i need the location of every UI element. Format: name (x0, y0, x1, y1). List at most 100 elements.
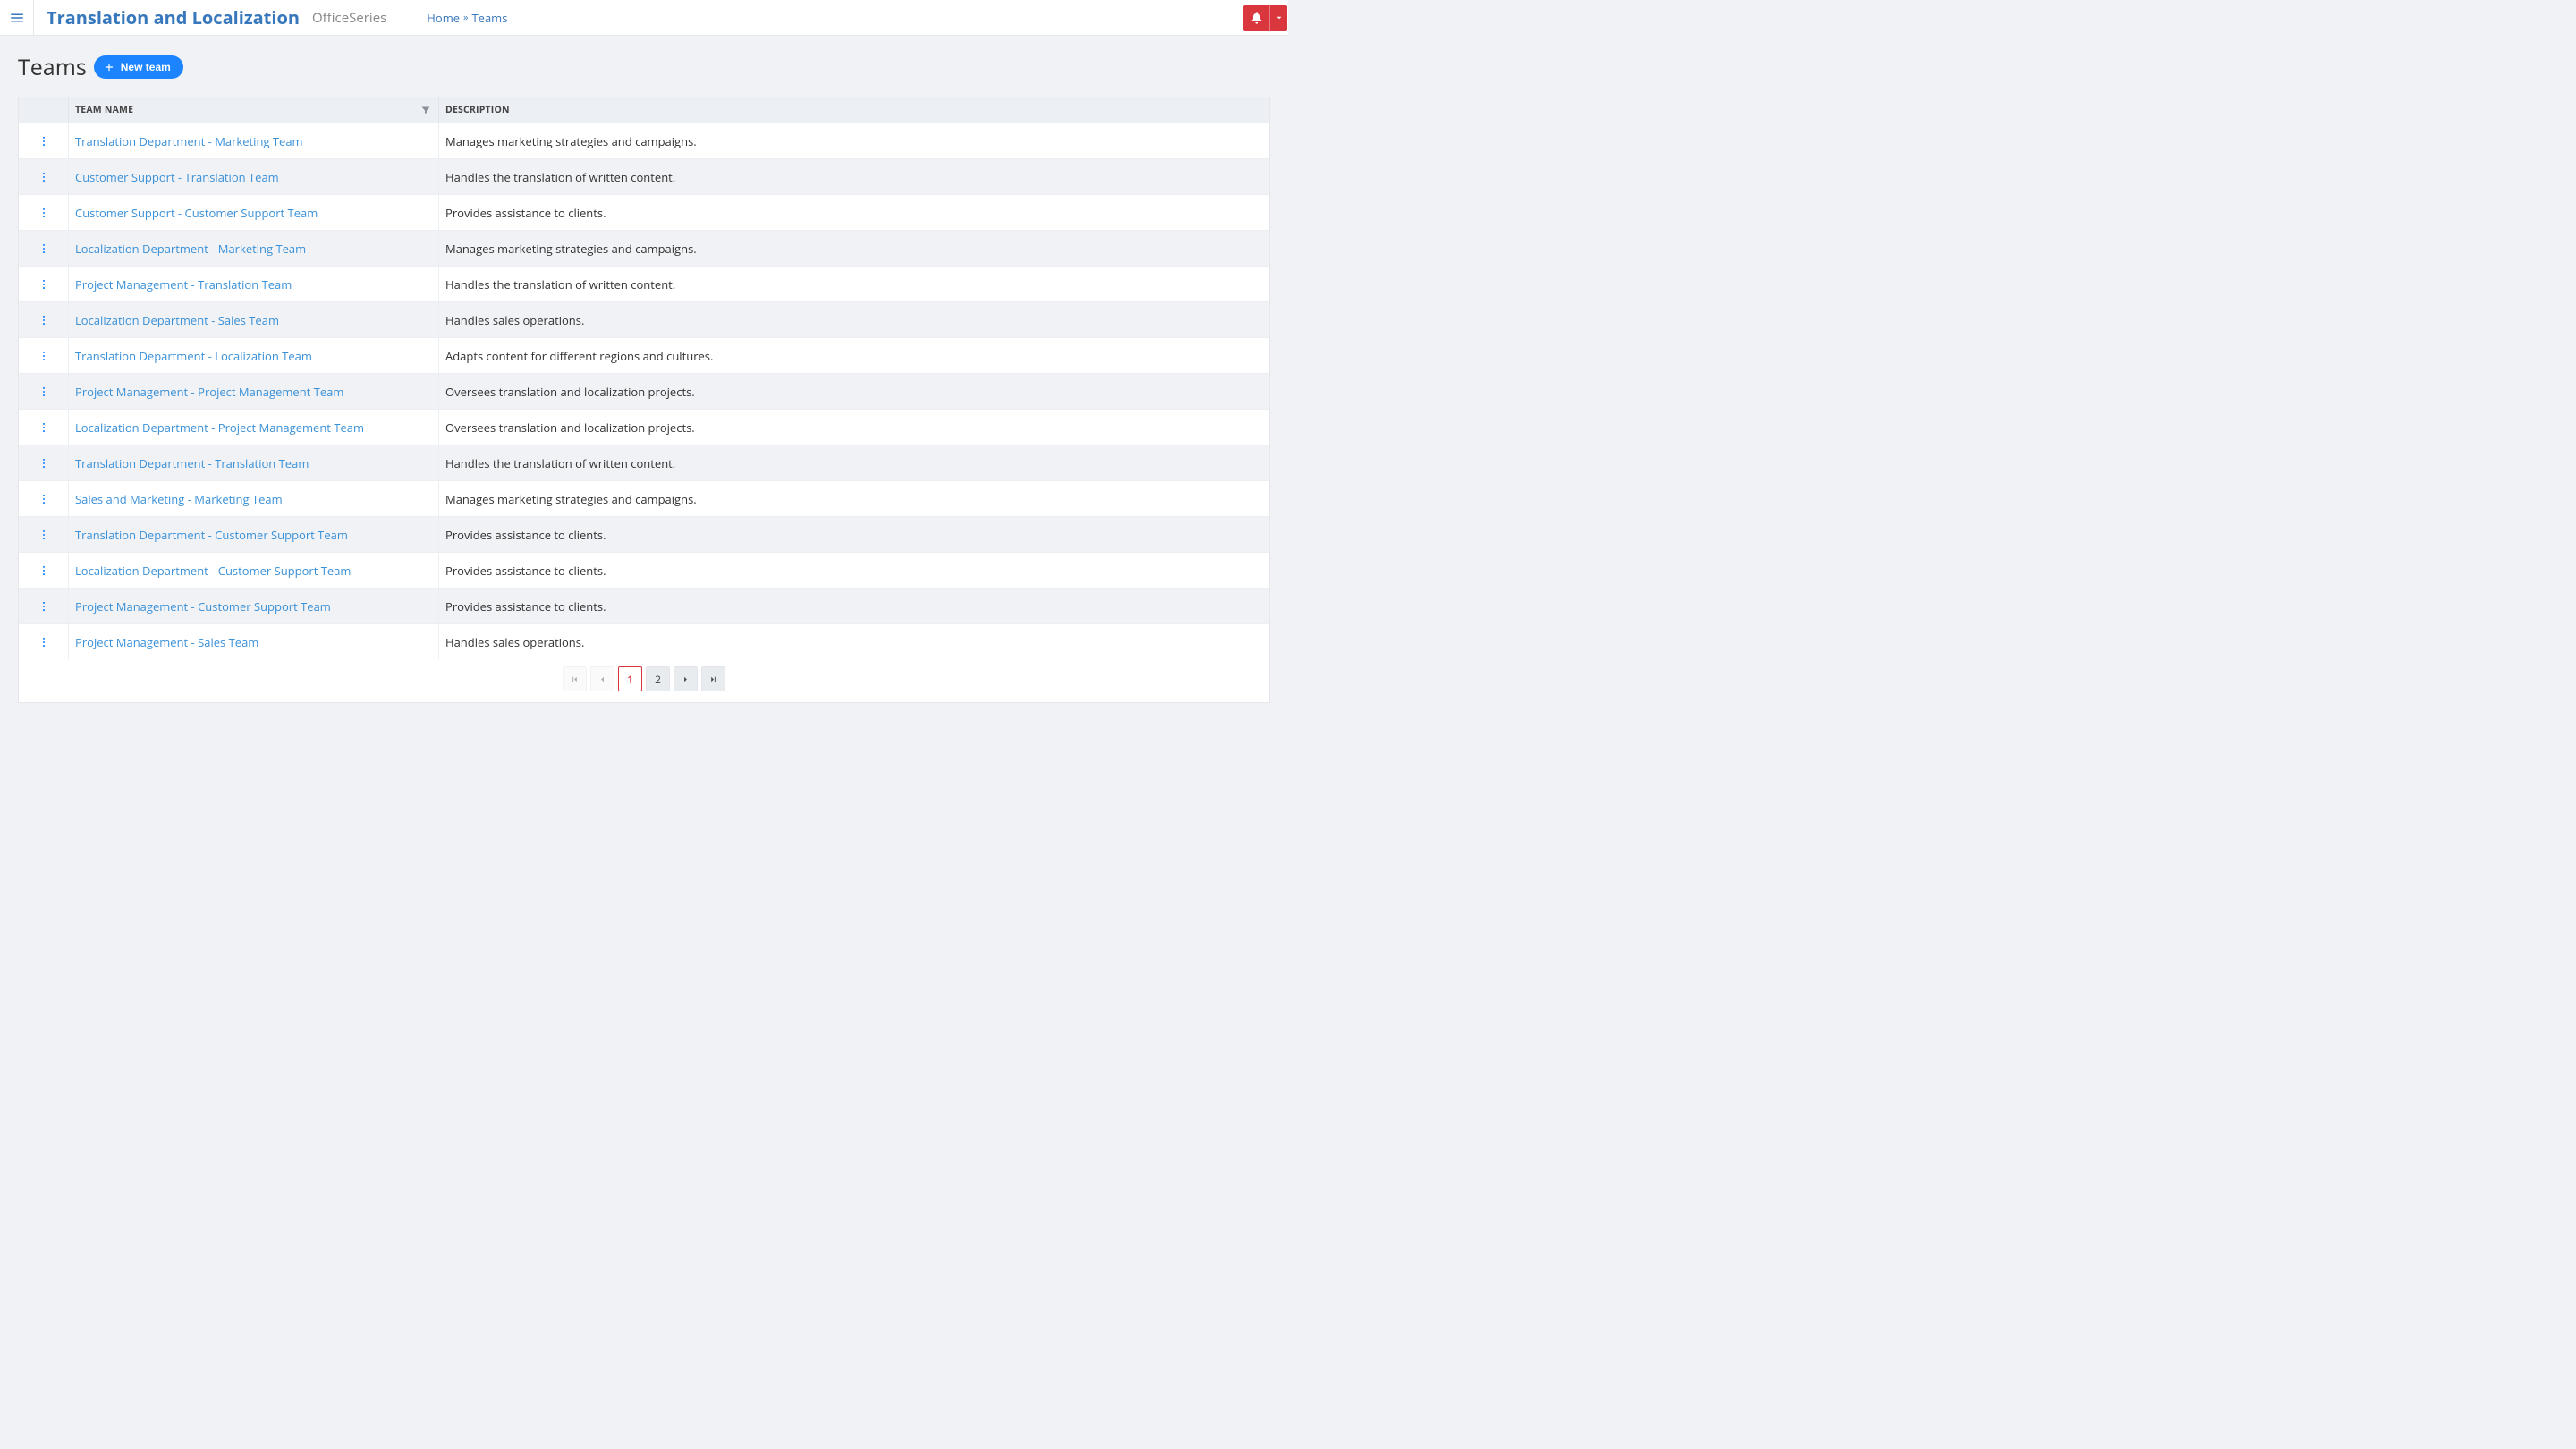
kebab-menu-icon (38, 207, 50, 219)
team-name-link[interactable]: Translation Department - Customer Suppor… (75, 527, 348, 543)
grid-header-team-name[interactable]: TEAM NAME (69, 97, 439, 123)
table-row: Localization Department - Customer Suppo… (19, 552, 1269, 588)
row-actions-menu[interactable] (19, 589, 69, 623)
kebab-menu-icon (38, 350, 50, 362)
row-team-name-cell: Customer Support - Customer Support Team (69, 195, 439, 230)
grid-header-description[interactable]: DESCRIPTION (439, 97, 1269, 123)
pager-page-1[interactable]: 1 (618, 666, 642, 691)
table-row: Project Management - Project Management … (19, 373, 1269, 409)
table-row: Localization Department - Sales Team Hand… (19, 301, 1269, 337)
team-name-link[interactable]: Localization Department - Project Manage… (75, 419, 364, 436)
kebab-menu-icon (38, 135, 50, 148)
team-name-link[interactable]: Sales and Marketing - Marketing Team (75, 491, 283, 507)
row-actions-menu[interactable] (19, 445, 69, 480)
table-row: Customer Support - Translation Team Handl… (19, 158, 1269, 194)
row-team-name-cell: Translation Department - Translation Tea… (69, 445, 439, 480)
pager-first-button[interactable] (563, 666, 587, 691)
user-menu-dropdown[interactable] (1269, 5, 1287, 31)
plus-icon (103, 61, 115, 73)
kebab-menu-icon (38, 421, 50, 434)
row-actions-menu[interactable] (19, 553, 69, 588)
row-actions-menu[interactable] (19, 624, 69, 659)
page-content: Teams New team TEAM NAME DESCRIPTION Tra… (0, 36, 1288, 719)
row-team-name-cell: Project Management - Customer Support Te… (69, 589, 439, 623)
grid-header-row: TEAM NAME DESCRIPTION (19, 97, 1269, 123)
row-description-cell: Provides assistance to clients. (439, 527, 1269, 543)
team-name-link[interactable]: Customer Support - Translation Team (75, 169, 279, 185)
caret-down-icon (1275, 13, 1284, 22)
breadcrumb-current: Teams (472, 10, 508, 26)
row-description-cell: Manages marketing strategies and campaig… (439, 241, 1269, 257)
row-actions-menu[interactable] (19, 410, 69, 445)
kebab-menu-icon (38, 600, 50, 613)
pager-prev-button[interactable] (590, 666, 614, 691)
row-actions-menu[interactable] (19, 159, 69, 194)
chevron-right-icon (681, 674, 691, 684)
table-row: Project Management - Sales TeamHandles s… (19, 623, 1269, 659)
row-actions-menu[interactable] (19, 302, 69, 337)
breadcrumb-separator: » (463, 11, 468, 24)
new-team-button[interactable]: New team (94, 55, 183, 79)
team-name-link[interactable]: Project Management - Project Management … (75, 384, 343, 400)
grid-body: Translation Department - Marketing Team M… (19, 123, 1269, 659)
table-row: Project Management - Translation Team Han… (19, 266, 1269, 301)
team-name-link[interactable]: Project Management - Translation Team (75, 276, 292, 292)
breadcrumb-home-link[interactable]: Home (427, 10, 460, 26)
team-name-link[interactable]: Localization Department - Customer Suppo… (75, 563, 351, 579)
row-description-cell: Adapts content for different regions and… (439, 348, 1269, 364)
table-row: Customer Support - Customer Support Team… (19, 194, 1269, 230)
kebab-menu-icon (38, 457, 50, 470)
row-actions-menu[interactable] (19, 374, 69, 409)
row-description-cell: Manages marketing strategies and campaig… (439, 491, 1269, 507)
row-actions-menu[interactable] (19, 123, 69, 158)
row-actions-menu[interactable] (19, 267, 69, 301)
row-description-cell: Handles sales operations. (439, 312, 1269, 328)
filter-icon[interactable] (420, 105, 431, 115)
row-team-name-cell: Translation Department - Customer Suppor… (69, 517, 439, 552)
menu-icon (9, 10, 25, 26)
kebab-menu-icon (38, 493, 50, 505)
header: Translation and Localization OfficeSerie… (0, 0, 1288, 36)
team-name-link[interactable]: Localization Department - Sales Team (75, 312, 279, 328)
team-name-link[interactable]: Localization Department - Marketing Team (75, 241, 306, 257)
hamburger-menu-button[interactable] (0, 0, 34, 36)
bell-icon (1250, 11, 1264, 25)
row-actions-menu[interactable] (19, 231, 69, 266)
pager: 1 2 (19, 659, 1269, 702)
row-description-cell: Provides assistance to clients. (439, 598, 1269, 614)
row-actions-menu[interactable] (19, 195, 69, 230)
kebab-menu-icon (38, 171, 50, 183)
team-name-link[interactable]: Translation Department - Localization Te… (75, 348, 312, 364)
row-team-name-cell: Localization Department - Project Manage… (69, 410, 439, 445)
row-actions-menu[interactable] (19, 338, 69, 373)
table-row: Translation Department - Translation Tea… (19, 445, 1269, 480)
table-row: Sales and Marketing - Marketing Team Mana… (19, 480, 1269, 516)
table-row: Localization Department - Project Manage… (19, 409, 1269, 445)
table-row: Localization Department - Marketing Team… (19, 230, 1269, 266)
row-description-cell: Handles the translation of written conte… (439, 169, 1269, 185)
breadcrumb: Home » Teams (427, 10, 507, 26)
row-description-cell: Handles the translation of written conte… (439, 455, 1269, 471)
notifications-button[interactable] (1243, 5, 1269, 31)
row-actions-menu[interactable] (19, 517, 69, 552)
row-actions-menu[interactable] (19, 481, 69, 516)
pager-page-2[interactable]: 2 (646, 666, 670, 691)
team-name-link[interactable]: Project Management - Customer Support Te… (75, 598, 331, 614)
table-row: Translation Department - Localization Te… (19, 337, 1269, 373)
team-name-link[interactable]: Customer Support - Customer Support Team (75, 205, 318, 221)
row-team-name-cell: Project Management - Project Management … (69, 374, 439, 409)
pager-last-button[interactable] (701, 666, 725, 691)
row-description-cell: Provides assistance to clients. (439, 205, 1269, 221)
chevron-last-icon (708, 674, 718, 684)
team-name-link[interactable]: Translation Department - Translation Tea… (75, 455, 309, 471)
team-name-link[interactable]: Project Management - Sales Team (75, 634, 258, 650)
row-team-name-cell: Project Management - Translation Team (69, 267, 439, 301)
row-description-cell: Handles the translation of written conte… (439, 276, 1269, 292)
pager-next-button[interactable] (674, 666, 698, 691)
row-team-name-cell: Localization Department - Marketing Team (69, 231, 439, 266)
team-name-link[interactable]: Translation Department - Marketing Team (75, 133, 303, 149)
row-team-name-cell: Localization Department - Sales Team (69, 302, 439, 337)
new-team-button-label: New team (121, 61, 171, 73)
grid-header-actions (19, 97, 69, 123)
chevron-left-icon (597, 674, 607, 684)
